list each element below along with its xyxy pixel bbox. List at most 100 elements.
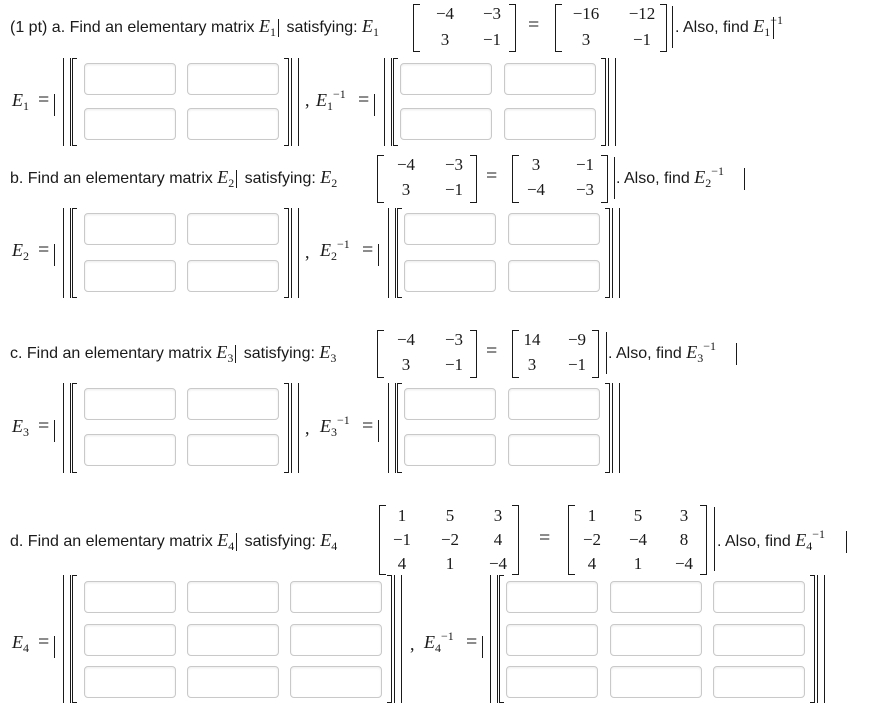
- part-d-e-input-22[interactable]: [187, 624, 279, 656]
- part-b-inv-input-11[interactable]: [404, 213, 496, 245]
- part-a-also: . Also, find E1−1: [675, 13, 784, 39]
- part-a-inv-input-22[interactable]: [504, 108, 596, 140]
- part-c-lhs-cell: −1: [444, 355, 464, 374]
- part-d-matrix-symbol-2: E4: [320, 530, 338, 553]
- part-d-e-input-12[interactable]: [187, 581, 279, 613]
- part-a-bar: [672, 6, 673, 48]
- part-a-prompt: (1 pt) a. Find an elementary matrix E1 s…: [10, 16, 379, 39]
- part-d-inv-input-33[interactable]: [713, 666, 805, 698]
- part-d-lhs-cell: 5: [445, 506, 455, 525]
- part-c-e-input-12[interactable]: [187, 388, 279, 420]
- part-b-lhs-cell: 3: [401, 180, 411, 199]
- part-b-matrix-symbol-2: E2: [320, 167, 338, 190]
- part-d-lhs-bracket-right: [512, 505, 519, 575]
- part-d-rhs-bracket-right: [700, 505, 707, 575]
- part-a-rhs-cell: −16: [572, 4, 600, 23]
- part-d-lhs-cell: −2: [440, 530, 460, 549]
- part-d-inverse-symbol: E4−1: [795, 527, 826, 553]
- part-a-e-bracket-left: [63, 58, 71, 146]
- part-d-inv-bracket-left-inner: [499, 575, 504, 703]
- part-a-e-input-11[interactable]: [84, 63, 176, 95]
- part-c-inv-bracket-left-inner: [397, 383, 402, 473]
- part-b-inverse-symbol: E2−1: [694, 164, 725, 190]
- part-d-prompt: d. Find an elementary matrix E4 satisfyi…: [10, 530, 338, 553]
- part-b-lhs-cell: −4: [396, 155, 416, 174]
- part-a-inv-input-21[interactable]: [400, 108, 492, 140]
- part-b-rhs-cell: −3: [575, 180, 595, 199]
- part-d-lhs-cell: 1: [397, 506, 407, 525]
- part-d-lhs-cell: 1: [445, 554, 455, 573]
- part-b-bar-2: [744, 168, 745, 190]
- part-c-prompt: c. Find an elementary matrix E3 satisfyi…: [10, 342, 336, 365]
- part-c-inverse-symbol: E3−1: [686, 339, 717, 365]
- part-d-inv-input-23[interactable]: [713, 624, 805, 656]
- part-d-inv-input-21[interactable]: [506, 624, 598, 656]
- part-d-inv-input-31[interactable]: [506, 666, 598, 698]
- part-d-e-input-11[interactable]: [84, 581, 176, 613]
- part-b-inv-bracket-right: [605, 208, 610, 298]
- part-d-inv-bracket-right: [810, 575, 815, 703]
- part-d-inv-input-13[interactable]: [713, 581, 805, 613]
- part-d-inv-bracket-right-outer: [817, 575, 825, 703]
- part-a-inv-bracket-left: [384, 58, 392, 146]
- part-b-answer-label: E2: [12, 240, 29, 263]
- part-b-inv-bar: [378, 244, 379, 266]
- part-c-e-input-22[interactable]: [187, 434, 279, 466]
- part-c-lhs-cell: 3: [401, 355, 411, 374]
- part-d-e-input-13[interactable]: [290, 581, 382, 613]
- part-a-inv-input-11[interactable]: [400, 63, 492, 95]
- part-a-inv-bracket-right-outer: [608, 58, 616, 146]
- part-a-rhs-cell: −12: [628, 4, 656, 23]
- part-b-matrix-symbol: E2: [217, 167, 235, 190]
- part-c-inv-input-22[interactable]: [508, 434, 600, 466]
- part-a-inv-input-12[interactable]: [504, 63, 596, 95]
- part-b-prompt: b. Find an elementary matrix E2 satisfyi…: [10, 167, 338, 190]
- part-a-e-input-21[interactable]: [84, 108, 176, 140]
- part-b-lhs-bracket-left: [377, 155, 384, 203]
- part-d-inv-input-11[interactable]: [506, 581, 598, 613]
- part-d-e-input-32[interactable]: [187, 666, 279, 698]
- part-d-matrix-symbol: E4: [217, 530, 235, 553]
- part-b-inv-input-12[interactable]: [508, 213, 600, 245]
- part-b-equals: =: [486, 165, 498, 187]
- part-b-inv-input-21[interactable]: [404, 260, 496, 292]
- part-c-inv-input-11[interactable]: [404, 388, 496, 420]
- part-a-e-input-12[interactable]: [187, 63, 279, 95]
- part-a-e-input-22[interactable]: [187, 108, 279, 140]
- part-d-answer-label: E4: [12, 632, 29, 655]
- part-d-inv-input-12[interactable]: [610, 581, 702, 613]
- part-c-inv-equals: =: [362, 415, 374, 437]
- part-d-inv-input-22[interactable]: [610, 624, 702, 656]
- part-c-e-input-21[interactable]: [84, 434, 176, 466]
- part-d-e-input-21[interactable]: [84, 624, 176, 656]
- part-a-e-bracket-right: [284, 58, 289, 146]
- part-a-lhs-bracket-right: [509, 4, 516, 52]
- part-d-e-input-31[interactable]: [84, 666, 176, 698]
- part-d-inv-input-32[interactable]: [610, 666, 702, 698]
- part-d-lhs-cell: −1: [392, 530, 412, 549]
- part-c-inv-input-21[interactable]: [404, 434, 496, 466]
- part-c-e-input-11[interactable]: [84, 388, 176, 420]
- part-b-inv-bracket-left-inner: [397, 208, 402, 298]
- part-c-inv-bracket-left: [388, 383, 396, 473]
- part-b-inv-input-22[interactable]: [508, 260, 600, 292]
- part-c-rhs-cell: −1: [567, 355, 587, 374]
- part-d-e-input-23[interactable]: [290, 624, 382, 656]
- part-b-inv-label: E2−1: [320, 237, 350, 263]
- part-a-equals: =: [528, 14, 540, 36]
- part-a-rhs-bracket-right: [660, 4, 667, 52]
- part-b-e-bracket-left: [63, 208, 71, 298]
- part-b-e-input-12[interactable]: [187, 213, 279, 245]
- part-c-inv-input-12[interactable]: [508, 388, 600, 420]
- part-d-rhs-cell: −4: [674, 554, 694, 573]
- part-b-e-input-22[interactable]: [187, 260, 279, 292]
- part-b-inv-equals: =: [362, 239, 374, 261]
- part-d-e-input-33[interactable]: [290, 666, 382, 698]
- part-b-e-input-11[interactable]: [84, 213, 176, 245]
- part-b-e-input-21[interactable]: [84, 260, 176, 292]
- part-b-rhs-cell: −1: [575, 155, 595, 174]
- part-d-answer-bar: [54, 636, 55, 658]
- part-c-inv-bracket-right-outer: [612, 383, 620, 473]
- part-c-also: . Also, find E3−1: [608, 339, 717, 365]
- part-c-lhs-bracket-left: [377, 330, 384, 378]
